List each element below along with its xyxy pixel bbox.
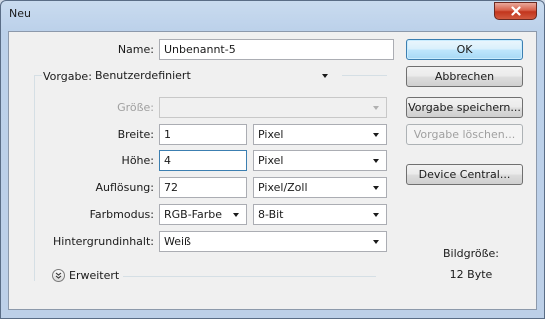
breite-label: Breite: (117, 128, 154, 141)
farbmodus-select-value: RGB-Farbe (164, 208, 223, 221)
bit-depth-value: 8-Bit (258, 208, 284, 221)
groesse-label: Größe: (117, 101, 154, 114)
erweitert-label: Erweitert (69, 269, 120, 282)
aufloesung-unit-select[interactable]: Pixel/Zoll (253, 177, 387, 198)
erweitert-divider (123, 276, 376, 277)
chevron-down-icon (373, 106, 379, 110)
new-document-dialog: Neu Name: Unbenannt-5 Vorgabe: Benutzerd… (0, 0, 545, 319)
expand-chevron-icon (55, 272, 62, 279)
bildgroesse-value: 12 Byte (449, 268, 493, 281)
chevron-down-icon (373, 159, 379, 163)
farbmodus-select[interactable]: RGB-Farbe (159, 204, 247, 225)
title-bar[interactable]: Neu (1, 1, 544, 31)
vorgabe-select[interactable]: Benutzerdefiniert (95, 66, 335, 87)
breite-unit-select[interactable]: Pixel (253, 124, 387, 145)
aufloesung-input[interactable]: 72 (159, 177, 247, 198)
chevron-down-icon (373, 213, 379, 217)
dialog-body: Name: Unbenannt-5 Vorgabe: Benutzerdefin… (8, 31, 537, 310)
chevron-down-icon (373, 133, 379, 137)
hoehe-input[interactable]: 4 (159, 150, 247, 171)
hintergrund-select[interactable]: Weiß (159, 231, 387, 252)
aufloesung-unit-value: Pixel/Zoll (258, 181, 308, 194)
hoehe-unit-value: Pixel (258, 154, 284, 167)
groesse-select (159, 97, 387, 118)
chevron-down-icon (233, 213, 239, 217)
aufloesung-label: Auflösung: (95, 181, 154, 194)
window-title: Neu (9, 7, 31, 20)
hoehe-label: Höhe: (121, 154, 154, 167)
bildgroesse-label: Bildgröße: (442, 247, 500, 260)
device-central-button[interactable]: Device Central... (406, 164, 523, 185)
bit-depth-select[interactable]: 8-Bit (253, 204, 387, 225)
vorgabe-group-border-right (342, 75, 387, 76)
hoehe-unit-select[interactable]: Pixel (253, 150, 387, 171)
chevron-down-icon (373, 240, 379, 244)
farbmodus-label: Farbmodus: (89, 208, 154, 221)
vorgabe-group-border (34, 75, 42, 76)
hintergrund-select-value: Weiß (164, 235, 191, 248)
ok-button[interactable]: OK (406, 39, 523, 60)
name-label: Name: (117, 43, 154, 56)
vorgabe-select-value: Benutzerdefiniert (95, 69, 191, 82)
vorgabe-group-border-left (34, 75, 35, 281)
chevron-down-icon (322, 74, 328, 78)
close-icon (510, 6, 521, 16)
erweitert-toggle[interactable] (52, 269, 65, 282)
breite-input[interactable]: 1 (159, 124, 247, 145)
vorgabe-label: Vorgabe: (43, 70, 92, 83)
breite-unit-value: Pixel (258, 128, 284, 141)
vorgabe-loeschen-button: Vorgabe löschen... (406, 124, 523, 145)
close-button[interactable] (494, 2, 537, 20)
hintergrund-label: Hintergrundinhalt: (53, 235, 154, 248)
vorgabe-speichern-button[interactable]: Vorgabe speichern... (406, 97, 523, 118)
chevron-down-icon (373, 186, 379, 190)
abbrechen-button[interactable]: Abbrechen (406, 66, 523, 87)
name-input[interactable]: Unbenannt-5 (159, 39, 394, 60)
